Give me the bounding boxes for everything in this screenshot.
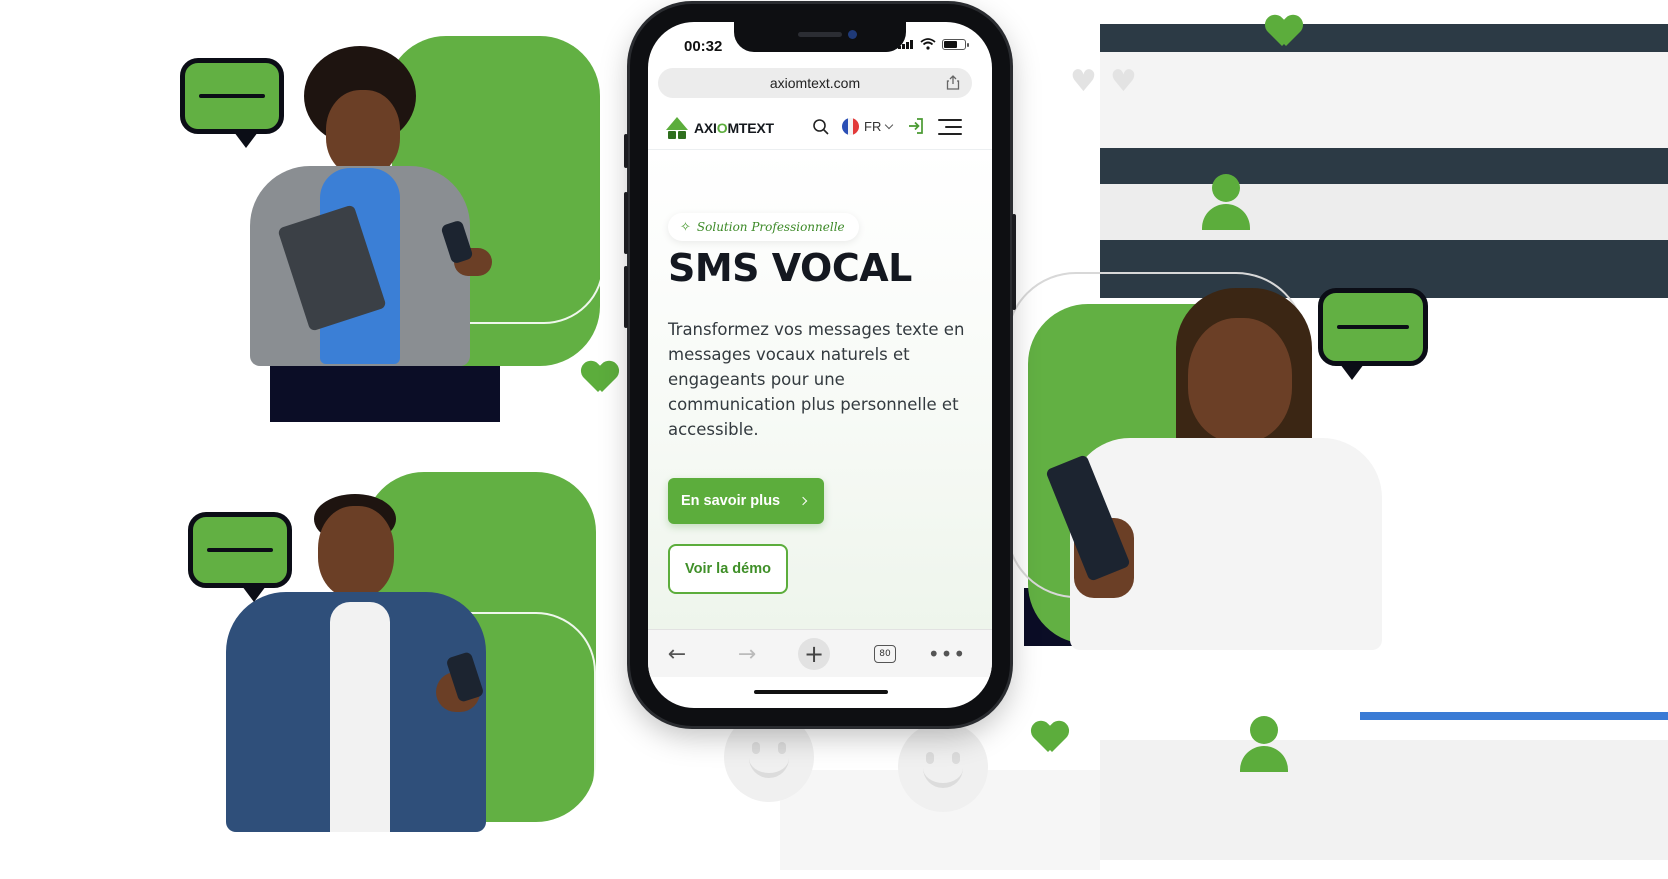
share-icon[interactable] [946,75,960,90]
speech-bubble-icon [188,512,296,612]
phone-screen: 00:32 axiomtext.com AXIOMTEXT FR ✧ Solut… [648,22,992,708]
menu-icon[interactable] [938,118,962,136]
back-icon[interactable]: ← [662,639,692,669]
phone-notch [734,22,906,52]
logo-text: AXIOMTEXT [694,120,774,136]
decor-band [1100,740,1668,860]
decor-band [1100,52,1668,148]
browser-toolbar: ← → + 80 ••• [648,629,992,677]
forward-icon[interactable]: → [732,639,762,669]
battery-icon [942,38,969,50]
logo-icon [666,117,688,139]
heart-icon: ♥ [1110,64,1137,99]
chevron-right-icon [798,496,808,506]
flag-fr-icon [842,118,859,135]
decor-band [1100,184,1668,240]
search-icon[interactable] [812,118,830,136]
address-bar[interactable]: axiomtext.com [658,68,972,98]
site-navbar: AXIOMTEXT FR [648,106,992,150]
home-indicator [754,690,888,694]
user-icon [1202,174,1250,230]
status-time: 00:32 [684,38,723,55]
smiley-icon [898,722,988,812]
learn-more-button[interactable]: En savoir plus [668,478,824,524]
speech-bubble-icon [180,58,288,158]
heart-icon [1266,16,1302,50]
phone-mockup: 00:32 axiomtext.com AXIOMTEXT FR ✧ Solut… [624,4,1016,726]
customer-photo [240,26,620,426]
decor-band [1100,148,1668,184]
hero-title: SMS VOCAL [668,246,912,290]
language-selector[interactable]: FR [842,118,894,135]
user-icon [1240,716,1288,772]
site-logo[interactable]: AXIOMTEXT [664,116,774,140]
more-icon[interactable]: ••• [928,639,965,669]
heart-icon [1032,722,1068,756]
wifi-icon [920,38,936,50]
plus-icon[interactable]: + [798,638,830,670]
decor-band [1360,712,1668,720]
speech-bubble-icon [1318,288,1430,392]
language-code: FR [864,119,882,134]
url-text: axiomtext.com [769,75,861,91]
decor-band [1100,24,1668,52]
tabs-icon[interactable]: 80 [870,639,900,669]
hero-section: ✧ Solution Professionnelle SMS VOCAL Tra… [648,151,992,629]
login-icon[interactable] [906,116,926,136]
chevron-down-icon [885,120,894,130]
hero-badge: ✧ Solution Professionnelle [668,213,859,241]
camera-icon [848,30,857,39]
demo-button[interactable]: Voir la démo [668,544,788,594]
sparkle-icon: ✧ [680,219,691,235]
hero-description: Transformez vos messages texte en messag… [668,320,965,439]
heart-icon: ♥ [1070,64,1097,99]
